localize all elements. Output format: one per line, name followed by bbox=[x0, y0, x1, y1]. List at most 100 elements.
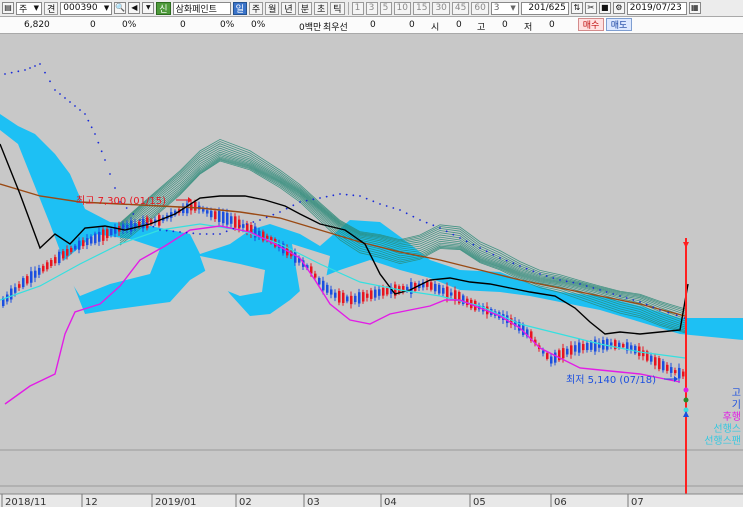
candle-body bbox=[590, 342, 593, 350]
compare-icon[interactable]: ⇅ bbox=[570, 2, 583, 14]
candle-body bbox=[338, 291, 341, 303]
period-tick-button[interactable]: 틱 bbox=[330, 1, 345, 15]
candle-body bbox=[70, 247, 73, 253]
count-value: 3 bbox=[493, 3, 500, 13]
candle-body bbox=[586, 343, 589, 351]
candle-body bbox=[634, 345, 637, 354]
dropdown-icon[interactable]: ▼ bbox=[142, 2, 155, 14]
price-chart[interactable]: 최고 7,300 (01/15) 최저 5,140 (07/18) 고 기 후행… bbox=[0, 34, 743, 507]
leading-dot bbox=[265, 216, 268, 219]
amount-pct: 0% bbox=[251, 20, 266, 30]
buy-button[interactable]: 매수 bbox=[578, 18, 604, 31]
market-select-value: 주 bbox=[19, 4, 28, 15]
candle-body bbox=[342, 292, 345, 303]
period-day-button[interactable]: 일 bbox=[232, 1, 247, 15]
candle-body bbox=[554, 352, 557, 363]
candle-body bbox=[30, 271, 33, 283]
leading-dot bbox=[612, 293, 615, 295]
leading-dot bbox=[139, 219, 141, 221]
candle-body bbox=[438, 284, 441, 294]
leading-dot bbox=[54, 89, 56, 91]
period-week-button[interactable]: 주 bbox=[248, 1, 264, 15]
candle-body bbox=[106, 229, 109, 238]
candle-body bbox=[74, 245, 77, 250]
leading-dot bbox=[585, 285, 588, 287]
interval-10-button[interactable]: 10 bbox=[393, 1, 411, 15]
candle-body bbox=[18, 284, 21, 288]
leading-dot bbox=[545, 275, 548, 277]
company-badge: 신 bbox=[156, 1, 171, 15]
leading-dot bbox=[599, 289, 601, 291]
interval-45-button[interactable]: 45 bbox=[451, 1, 470, 15]
date-input[interactable]: 2019/07/23 bbox=[626, 1, 687, 15]
leading-dot bbox=[114, 187, 116, 189]
leading-dot bbox=[352, 194, 355, 197]
x-axis-label: 03 bbox=[307, 497, 320, 507]
stock-code-input[interactable]: 000390 ▼ bbox=[60, 1, 113, 15]
x-axis-label: 02 bbox=[239, 497, 252, 507]
interval-3-button[interactable]: 3 bbox=[365, 1, 378, 15]
range-input[interactable]: 201/625 bbox=[520, 1, 569, 15]
leading-dot bbox=[365, 197, 368, 200]
speaker-icon[interactable]: ◀ bbox=[128, 2, 141, 14]
search-icon[interactable]: 🔍 bbox=[114, 2, 127, 14]
interval-1-button[interactable]: 1 bbox=[351, 1, 364, 15]
sell-button[interactable]: 매도 bbox=[606, 18, 632, 31]
conversion-marker bbox=[683, 397, 689, 403]
calendar-icon[interactable]: ▦ bbox=[688, 2, 701, 14]
leading-dot bbox=[539, 273, 541, 275]
leading-dot bbox=[159, 229, 161, 231]
leading-dot bbox=[625, 297, 628, 299]
candle-body bbox=[330, 289, 333, 295]
candle-body bbox=[102, 229, 105, 241]
period-month-button[interactable]: 월 bbox=[265, 1, 280, 15]
leading-dot bbox=[505, 259, 508, 262]
window-menu-icon[interactable]: ▤ bbox=[2, 2, 14, 14]
interval-30-button[interactable]: 30 bbox=[432, 1, 450, 15]
interval-5-button[interactable]: 5 bbox=[379, 1, 392, 15]
interval-15-button[interactable]: 15 bbox=[412, 1, 431, 15]
leading-dot bbox=[87, 119, 90, 122]
ichimoku-chart: 최고 7,300 (01/15) 최저 5,140 (07/18) 고 기 후행… bbox=[0, 34, 743, 507]
leading-dot bbox=[292, 204, 295, 207]
interval-60-button[interactable]: 60 bbox=[471, 1, 489, 15]
candle-body bbox=[566, 348, 569, 355]
market-select[interactable]: 주 ▼ bbox=[16, 1, 42, 15]
candle-body bbox=[610, 342, 613, 346]
chevron-down-icon: ▼ bbox=[33, 4, 39, 12]
candle-body bbox=[658, 358, 661, 370]
candle-body bbox=[358, 292, 361, 304]
x-axis-label: 06 bbox=[554, 497, 567, 507]
save-icon[interactable]: ■ bbox=[598, 2, 611, 14]
candle-body bbox=[446, 286, 449, 299]
period-minute-button[interactable]: 분 bbox=[297, 1, 312, 15]
candle-body bbox=[574, 345, 577, 352]
leading-dot bbox=[405, 212, 408, 215]
candle-body bbox=[346, 296, 349, 302]
leading-dot bbox=[652, 306, 655, 309]
settings-tools-icon[interactable]: ✂ bbox=[584, 2, 597, 14]
leading-dot bbox=[525, 267, 528, 270]
leading-dot bbox=[445, 230, 448, 233]
leading-dot bbox=[572, 281, 575, 284]
leading-dot bbox=[425, 221, 428, 224]
gear-icon[interactable]: ⚙ bbox=[612, 2, 625, 14]
candle-body bbox=[546, 353, 549, 359]
candle-body bbox=[230, 216, 233, 224]
leading-dot bbox=[667, 311, 670, 314]
period-year-button[interactable]: 년 bbox=[281, 1, 296, 15]
candle-body bbox=[142, 218, 145, 229]
candle-body bbox=[674, 370, 677, 374]
stock-type-button[interactable]: 견 bbox=[44, 1, 59, 15]
legend-leading-b: 선행스팬 bbox=[704, 435, 741, 447]
candle-body bbox=[314, 273, 317, 278]
count-input[interactable]: 3 ▼ bbox=[490, 1, 519, 15]
leading-dot bbox=[372, 200, 375, 203]
candle-body bbox=[350, 295, 353, 305]
candle-body bbox=[242, 224, 245, 228]
leading-dot bbox=[205, 233, 208, 235]
leading-dot bbox=[219, 233, 221, 235]
leading-dot bbox=[34, 65, 36, 67]
period-second-button[interactable]: 초 bbox=[313, 1, 329, 15]
leading-dot bbox=[49, 80, 51, 83]
